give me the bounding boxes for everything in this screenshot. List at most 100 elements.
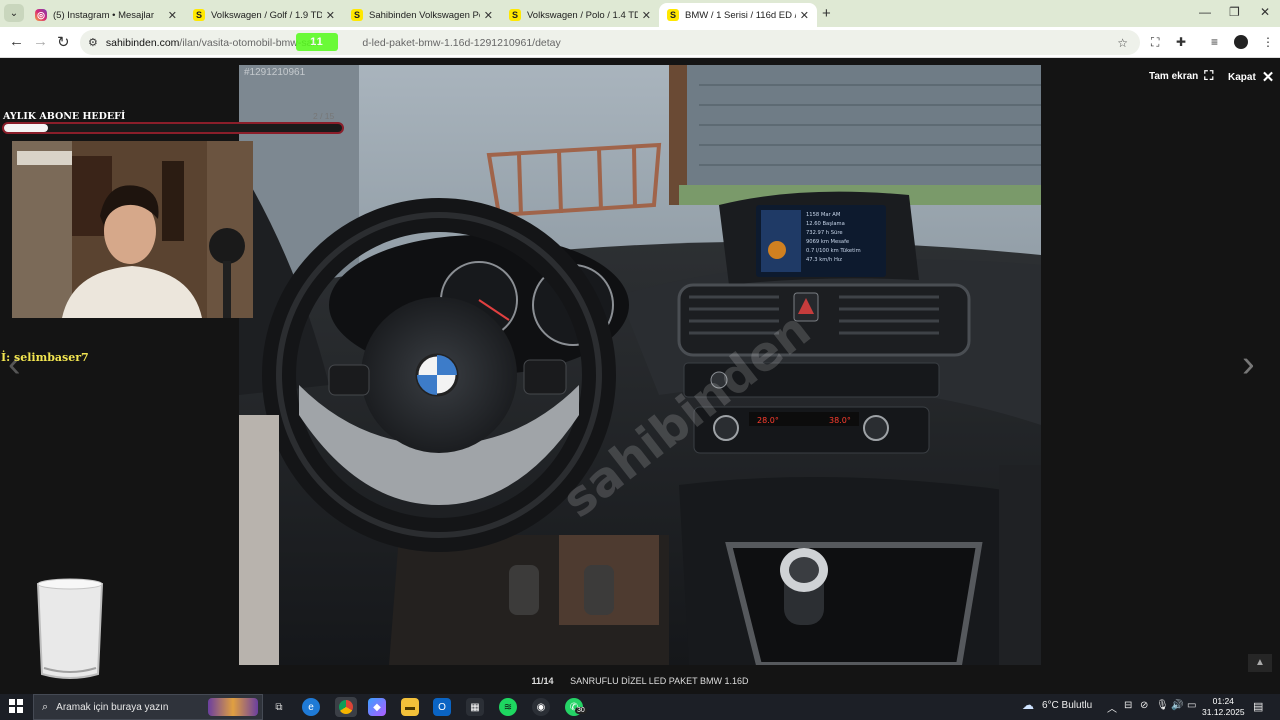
fullscreen-button[interactable]: Tam ekran ⛶ <box>1149 68 1213 84</box>
clock-date: 31.12.2025 <box>1202 707 1245 717</box>
cluster-info-row: 0.7 l/100 km Tüketim <box>806 248 861 254</box>
bluetooth-off-icon[interactable]: ⊘ <box>1140 700 1148 711</box>
tab-polo-tdi[interactable]: S Volkswagen / Polo / 1.4 TDI / Tr ✕ <box>501 3 659 27</box>
photo-title: SANRUFLU DİZEL LED PAKET BMW 1.16D <box>570 676 749 686</box>
sahibinden-icon: S <box>667 9 679 21</box>
tab-instagram[interactable]: ◎ (5) Instagram • Mesajlar ✕ <box>27 3 185 27</box>
copilot-icon[interactable]: ◆ <box>368 698 386 716</box>
close-icon[interactable]: ✕ <box>800 9 809 22</box>
network-icon[interactable]: ⊟ <box>1124 700 1132 711</box>
screenshot-extension-icon[interactable]: ⛶ <box>1151 35 1159 50</box>
microsoft-store-icon[interactable]: ▦ <box>466 698 484 716</box>
close-icon[interactable]: ✕ <box>168 9 177 22</box>
edge-icon[interactable]: e <box>302 698 320 716</box>
fullscreen-icon: ⛶ <box>1204 68 1214 83</box>
back-button[interactable]: ← <box>9 33 24 50</box>
display-icon[interactable]: ▭ <box>1187 700 1196 711</box>
tab-label: Volkswagen / Golf / 1.9 TDI / Co <box>211 9 322 21</box>
app-icon[interactable]: ◉ <box>532 698 550 716</box>
close-icon[interactable]: ✕ <box>326 9 335 22</box>
file-explorer-icon[interactable]: ▬ <box>401 698 419 716</box>
search-highlight-icon <box>208 698 258 716</box>
listing-id: #1291210961 <box>244 67 306 78</box>
kick-viewer-badge: 11 <box>296 33 338 51</box>
whatsapp-badge: 30 <box>575 707 587 714</box>
tab-golf[interactable]: S Volkswagen / Golf / 1.9 TDI / Co ✕ <box>185 3 343 27</box>
tab-label: Volkswagen / Polo / 1.4 TDI / Tr <box>527 9 638 21</box>
window-close-icon[interactable]: ✕ <box>1260 5 1270 19</box>
sahibinden-icon: S <box>193 9 205 21</box>
chrome-icon[interactable] <box>335 697 357 717</box>
reload-button[interactable]: ↻ <box>57 33 70 51</box>
glass-cup-image <box>36 578 104 679</box>
volume-icon[interactable]: 🔊 <box>1171 700 1183 711</box>
url-path: d-led-paket-bmw-1.16d-1291210961/detay <box>362 36 561 49</box>
site-info-icon[interactable]: ⚙ <box>88 36 98 49</box>
clock-time: 01:24 <box>1212 696 1234 706</box>
cluster-info-row: 47.3 km/h Hız <box>806 257 842 263</box>
cluster-info-row: 1158 Mar AM <box>806 212 840 218</box>
subscriber-goal-fill <box>4 124 48 132</box>
tab-polo[interactable]: S Sahibinden Volkswagen Polo 1.4 ✕ <box>343 3 501 27</box>
notifications-icon[interactable]: ▤ <box>1253 700 1263 713</box>
system-clock[interactable]: 01:24 31.12.2025 <box>1202 696 1245 718</box>
instagram-icon: ◎ <box>35 9 47 21</box>
weather-text[interactable]: 6°C Bulutlu <box>1042 700 1092 711</box>
latest-donor-text: İ: selimbaser7 <box>1 351 89 364</box>
taskbar-search-placeholder: Aramak için buraya yazın <box>56 701 169 713</box>
avatar[interactable] <box>1234 35 1248 49</box>
climate-left-temp: 28.0° <box>757 416 779 425</box>
cluster-info-row: 732.97 h Süre <box>806 230 843 236</box>
spotify-icon[interactable]: ≋ <box>499 698 517 716</box>
tab-label: Sahibinden Volkswagen Polo 1.4 <box>369 9 480 21</box>
webcam-feed <box>12 141 253 318</box>
tab-label: (5) Instagram • Mesajlar <box>53 9 154 21</box>
close-icon: ✕ <box>1261 69 1275 86</box>
tab-search-icon[interactable]: ⌄ <box>4 4 24 22</box>
next-photo-chevron-icon[interactable]: › <box>1242 343 1255 386</box>
search-icon: ⌕ <box>42 700 49 713</box>
subscriber-goal-progress-bar <box>2 122 344 134</box>
sahibinden-icon: S <box>509 9 521 21</box>
subscriber-goal-count: 2 / 15 <box>313 111 335 121</box>
menu-kebab-icon[interactable]: ⋮ <box>1262 35 1274 49</box>
fullscreen-label: Tam ekran <box>1149 70 1199 82</box>
new-tab-button[interactable]: + <box>822 5 831 22</box>
close-icon[interactable]: ✕ <box>642 9 651 22</box>
windows-taskbar: ⌕ Aramak için buraya yazın ⧉ e ◆ ▬ O ▦ ≋… <box>0 694 1280 720</box>
listing-photo[interactable]: 1158 Mar AM 12.60 Başlama 732.97 h Süre … <box>239 65 1041 665</box>
microphone-icon[interactable]: 🎙 <box>1156 700 1169 711</box>
navigation-bar: ← → ↻ ⚙ sahibinden.com /ilan/vasita-otom… <box>0 27 1280 58</box>
tab-label: BMW / 1 Serisi / 116d ED / Effic <box>685 9 796 21</box>
subscriber-goal-title: AYLIK ABONE HEDEFİ <box>3 111 126 122</box>
close-icon[interactable]: ✕ <box>484 9 493 22</box>
bookmark-star-icon[interactable]: ☆ <box>1117 36 1128 50</box>
cluster-info-row: 12.60 Başlama <box>806 221 845 227</box>
close-viewer-button[interactable]: Kapat ✕ <box>1228 68 1274 86</box>
address-bar[interactable]: ⚙ sahibinden.com /ilan/vasita-otomobil-b… <box>80 30 1140 55</box>
task-view-icon[interactable]: ⧉ <box>270 698 288 716</box>
sahibinden-icon: S <box>351 9 363 21</box>
taskbar-search-box[interactable]: ⌕ Aramak için buraya yazın <box>33 694 263 720</box>
photo-counter: 11/14 <box>531 676 554 686</box>
windows-start-icon[interactable] <box>9 699 23 713</box>
photo-caption: 11/14 SANRUFLU DİZEL LED PAKET BMW 1.16D <box>0 676 1280 686</box>
url-host: sahibinden.com <box>105 36 180 49</box>
scroll-top-button[interactable]: ▲ <box>1248 654 1272 672</box>
forward-button[interactable]: → <box>33 33 48 50</box>
outlook-icon[interactable]: O <box>433 698 451 716</box>
tab-strip: ⌄ ◎ (5) Instagram • Mesajlar ✕ S Volkswa… <box>0 0 1280 27</box>
close-label: Kapat <box>1228 71 1256 83</box>
restore-icon[interactable]: ❐ <box>1229 5 1240 19</box>
minimize-icon[interactable]: — <box>1199 5 1211 19</box>
extensions-puzzle-icon[interactable]: ✚ <box>1176 35 1186 49</box>
chevron-up-icon[interactable]: ︿ <box>1107 700 1117 715</box>
media-controls-icon[interactable]: ≡ <box>1211 35 1218 49</box>
climate-right-temp: 38.0° <box>829 416 851 425</box>
previous-photo-chevron-icon[interactable]: ‹ <box>8 343 21 386</box>
streamer-webcam-image <box>12 141 253 318</box>
cloud-icon: ☁ <box>1022 698 1034 712</box>
cluster-info-row: 9069 km Mesafe <box>806 239 849 245</box>
car-interior-image: 1158 Mar AM 12.60 Başlama 732.97 h Süre … <box>239 65 1041 665</box>
tab-bmw[interactable]: S BMW / 1 Serisi / 116d ED / Effic ✕ <box>659 3 817 27</box>
